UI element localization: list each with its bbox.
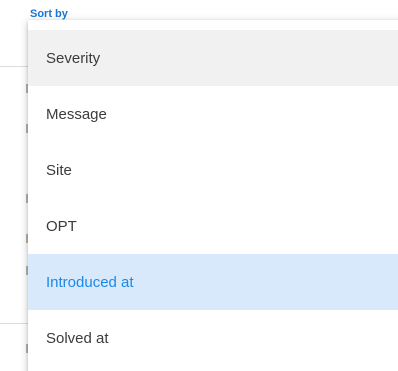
sort-by-dropdown-menu: Severity Message Site OPT Introduced at … xyxy=(28,20,398,371)
sort-option-label: Introduced at xyxy=(46,273,134,291)
sort-option-severity[interactable]: Severity xyxy=(28,30,398,86)
sort-option-label: Solved at xyxy=(46,329,109,347)
sort-option-solved-at[interactable]: Solved at xyxy=(28,310,398,366)
sort-option-label: OPT xyxy=(46,217,77,235)
sort-option-label: Severity xyxy=(46,49,101,67)
sort-option-introduced-at[interactable]: Introduced at xyxy=(28,254,398,310)
sort-option-label: Message xyxy=(46,105,107,123)
sort-option-label: Site xyxy=(46,161,72,179)
sort-option-site[interactable]: Site xyxy=(28,142,398,198)
background-divider xyxy=(0,66,30,67)
sort-option-message[interactable]: Message xyxy=(28,86,398,142)
sort-by-label: Sort by xyxy=(30,8,68,20)
sort-option-opt[interactable]: OPT xyxy=(28,198,398,254)
page: Sort by Severity Message Site OPT Introd… xyxy=(0,0,398,371)
background-divider xyxy=(0,323,30,324)
